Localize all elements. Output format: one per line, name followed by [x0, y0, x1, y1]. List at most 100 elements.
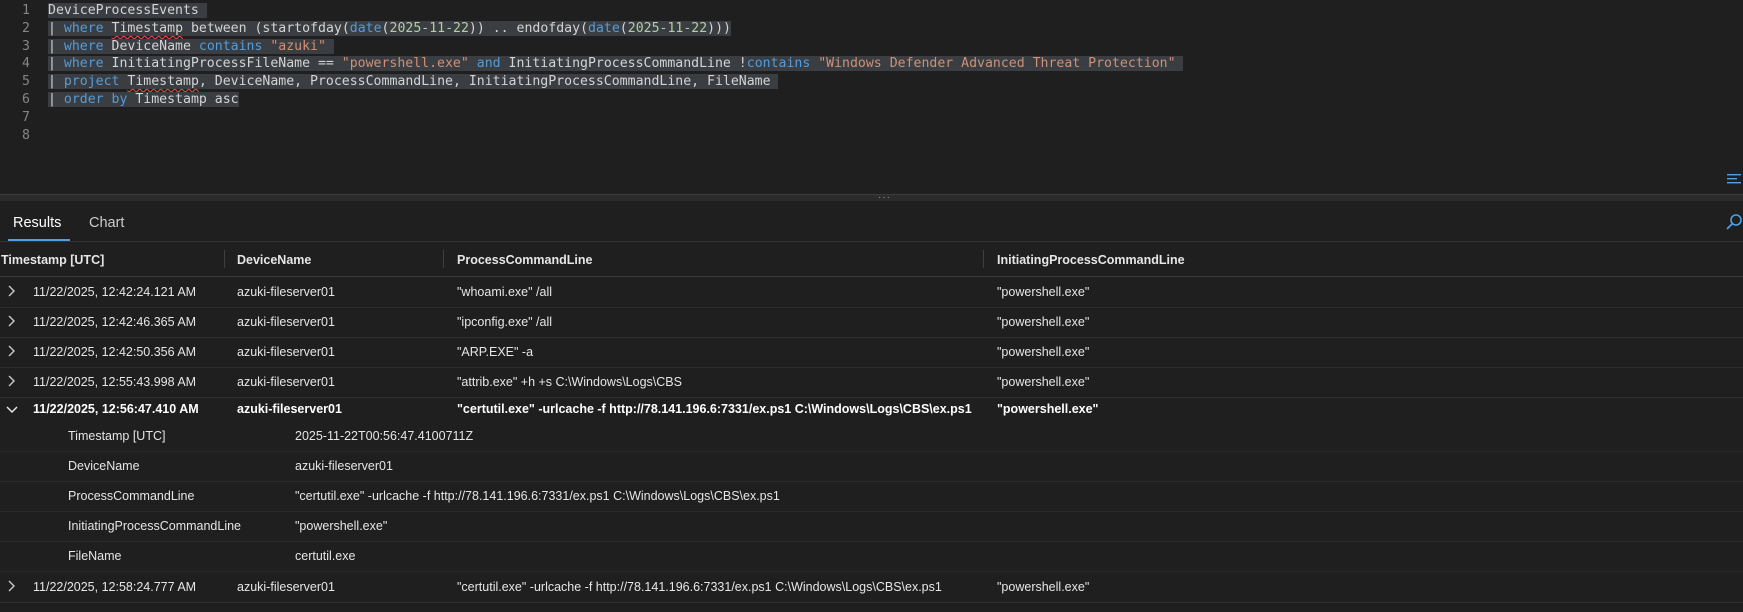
- cell-devicename: azuki-fileserver01: [237, 285, 335, 299]
- detail-value: "powershell.exe": [295, 519, 388, 533]
- detail-row: Timestamp [UTC] 2025-11-22T00:56:47.4100…: [0, 421, 1743, 452]
- cell-devicename: azuki-fileserver01: [237, 315, 335, 329]
- editor-line[interactable]: 8: [0, 127, 1743, 145]
- selection-highlight: DeviceProcessEvents: [48, 3, 207, 18]
- chevron-right-icon[interactable]: [6, 314, 18, 328]
- cell-timestamp: 11/22/2025, 12:42:24.121 AM: [33, 285, 197, 299]
- cell-initiatingprocesscommandline: "powershell.exe": [997, 345, 1090, 359]
- code-token: where: [63, 56, 104, 72]
- code-token: (: [381, 20, 390, 36]
- table-row[interactable]: 11/22/2025, 12:58:24.777 AM azuki-filese…: [0, 572, 1743, 603]
- code-token: |: [48, 56, 64, 72]
- code-token: endofday: [516, 20, 581, 36]
- detail-key: ProcessCommandLine: [68, 489, 195, 503]
- code-token: contains: [198, 38, 263, 54]
- selection-highlight: | where Timestamp between (startofday(da…: [48, 20, 731, 36]
- editor-line[interactable]: 4 | where InitiatingProcessFileName == "p…: [0, 55, 1743, 73]
- tab-results[interactable]: Results: [13, 215, 61, 231]
- word-wrap-icon[interactable]: [1725, 172, 1743, 186]
- detail-value: certutil.exe: [295, 549, 356, 563]
- table-row[interactable]: 11/22/2025, 12:55:43.998 AM azuki-filese…: [0, 367, 1743, 398]
- code-token: 2025-11-22: [389, 20, 469, 36]
- cell-processcommandline: "attrib.exe" +h +s C:\Windows\Logs\CBS: [457, 375, 682, 389]
- code-token: |: [48, 74, 64, 90]
- code-token: |: [48, 92, 64, 107]
- query-editor[interactable]: 1 DeviceProcessEvents 2 | where Timestamp …: [0, 0, 1743, 194]
- detail-value: azuki-fileserver01: [295, 459, 393, 473]
- tab-chart[interactable]: Chart: [89, 215, 124, 231]
- editor-line[interactable]: 1 DeviceProcessEvents: [0, 2, 1743, 20]
- code-token: InitiatingProcessFileName ==: [103, 56, 342, 72]
- line-number: 7: [22, 109, 30, 125]
- code-token: DeviceName: [103, 38, 199, 54]
- code-token: Timestamp: [111, 20, 184, 36]
- chevron-right-icon[interactable]: [6, 579, 18, 593]
- detail-key: Timestamp [UTC]: [68, 429, 166, 443]
- column-resizer[interactable]: [224, 250, 225, 268]
- code-token: )) ..: [468, 20, 517, 36]
- cell-initiatingprocesscommandline: "powershell.exe": [997, 375, 1090, 389]
- selection-highlight: | where InitiatingProcessFileName == "po…: [48, 56, 1184, 72]
- table-row[interactable]: 11/22/2025, 12:42:46.365 AM azuki-filese…: [0, 307, 1743, 338]
- line-number: 5: [22, 74, 30, 90]
- column-header-processcommandline[interactable]: ProcessCommandLine: [457, 253, 592, 267]
- code-text[interactable]: | project Timestamp, DeviceName, Process…: [48, 73, 779, 91]
- column-resizer[interactable]: [983, 250, 984, 268]
- code-token: ))): [707, 20, 731, 36]
- code-text[interactable]: | where DeviceName contains "azuki": [48, 38, 334, 56]
- column-resizer[interactable]: [443, 250, 444, 268]
- code-text[interactable]: | order by Timestamp asc: [48, 91, 239, 109]
- code-token: 2025-11-22: [627, 20, 708, 36]
- code-text[interactable]: DeviceProcessEvents: [48, 2, 207, 20]
- code-token: (: [341, 20, 350, 36]
- line-number: 6: [22, 92, 30, 107]
- editor-line[interactable]: 5 | project Timestamp, DeviceName, Proces…: [0, 73, 1743, 91]
- selection-highlight: | where DeviceName contains "azuki": [48, 38, 334, 54]
- column-header-timestamp[interactable]: Timestamp [UTC]: [1, 253, 104, 267]
- table-row[interactable]: 11/22/2025, 12:42:50.356 AM azuki-filese…: [0, 337, 1743, 368]
- selection-highlight: | order by Timestamp asc: [48, 92, 239, 107]
- code-token: where: [63, 20, 104, 36]
- table-row[interactable]: 11/22/2025, 12:42:24.121 AM azuki-filese…: [0, 277, 1743, 308]
- cell-processcommandline: "whoami.exe" /all: [457, 285, 553, 299]
- chevron-right-icon[interactable]: [6, 374, 18, 388]
- editor-line[interactable]: 3 | where DeviceName contains "azuki": [0, 38, 1743, 56]
- editor-line[interactable]: 6 | order by Timestamp asc: [0, 91, 1743, 109]
- chevron-right-icon[interactable]: [6, 284, 18, 298]
- editor-line[interactable]: 2 | where Timestamp between (startofday(d…: [0, 20, 1743, 38]
- chevron-down-icon[interactable]: [6, 403, 18, 417]
- line-number: 4: [22, 56, 30, 72]
- code-token: order by: [63, 92, 128, 107]
- pane-splitter[interactable]: ···: [0, 193, 1743, 203]
- code-token: InitiatingProcessCommandLine !: [500, 56, 747, 72]
- chevron-right-icon[interactable]: [6, 344, 18, 358]
- code-token: date: [588, 20, 620, 36]
- cell-devicename: azuki-fileserver01: [237, 580, 335, 594]
- detail-key: DeviceName: [68, 459, 140, 473]
- cell-initiatingprocesscommandline: "powershell.exe": [997, 580, 1090, 594]
- line-number: 1: [22, 3, 30, 18]
- editor-line[interactable]: 7: [0, 109, 1743, 127]
- detail-row: ProcessCommandLine "certutil.exe" -urlca…: [0, 481, 1743, 512]
- cell-timestamp: 11/22/2025, 12:42:50.356 AM: [33, 345, 197, 359]
- column-header-devicename[interactable]: DeviceName: [237, 253, 311, 267]
- code-text[interactable]: | where Timestamp between (startofday(da…: [48, 20, 731, 38]
- code-token: project: [63, 74, 120, 90]
- search-icon[interactable]: [1725, 213, 1743, 231]
- code-token: (: [619, 20, 628, 36]
- code-text[interactable]: | where InitiatingProcessFileName == "po…: [48, 55, 1184, 73]
- table-row-expanded[interactable]: 11/22/2025, 12:56:47.410 AM azuki-filese…: [0, 397, 1743, 422]
- column-header-initiatingprocesscommandline[interactable]: InitiatingProcessCommandLine: [997, 253, 1185, 267]
- detail-row: InitiatingProcessCommandLine "powershell…: [0, 511, 1743, 542]
- row-detail-panel: Timestamp [UTC] 2025-11-22T00:56:47.4100…: [0, 421, 1743, 572]
- cell-processcommandline: "certutil.exe" -urlcache -f http://78.14…: [457, 580, 942, 594]
- code-token: Timestamp: [127, 74, 199, 90]
- cell-timestamp: 11/22/2025, 12:55:43.998 AM: [33, 375, 197, 389]
- line-number: 8: [22, 127, 30, 143]
- code-token: (: [580, 20, 589, 36]
- cell-processcommandline: "ipconfig.exe" /all: [457, 315, 553, 329]
